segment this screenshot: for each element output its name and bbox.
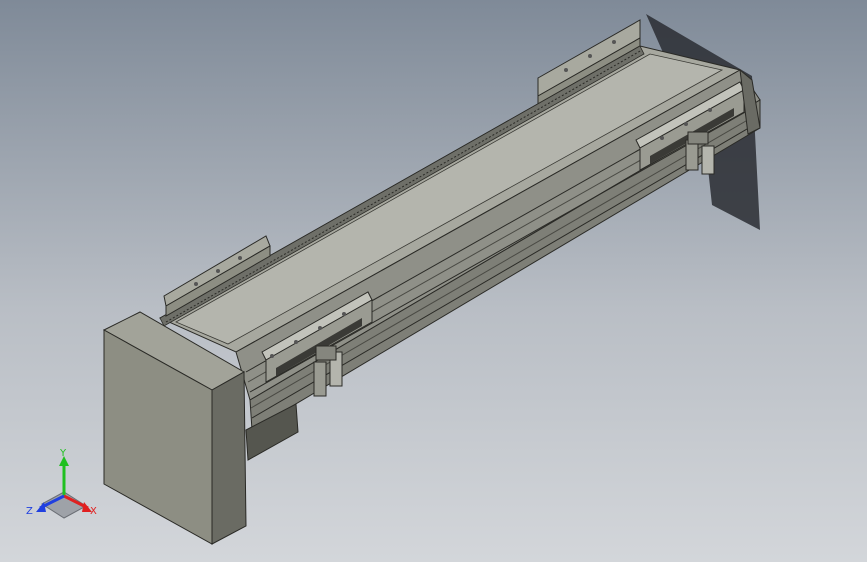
cad-graphics-viewport[interactable]: Y X Z bbox=[0, 0, 867, 562]
x-axis-label: X bbox=[90, 506, 97, 517]
z-axis-label: Z bbox=[26, 506, 33, 517]
orientation-triad[interactable]: Y X Z bbox=[22, 448, 106, 524]
linear-actuator-model[interactable] bbox=[0, 0, 867, 562]
y-axis-label: Y bbox=[59, 448, 67, 459]
